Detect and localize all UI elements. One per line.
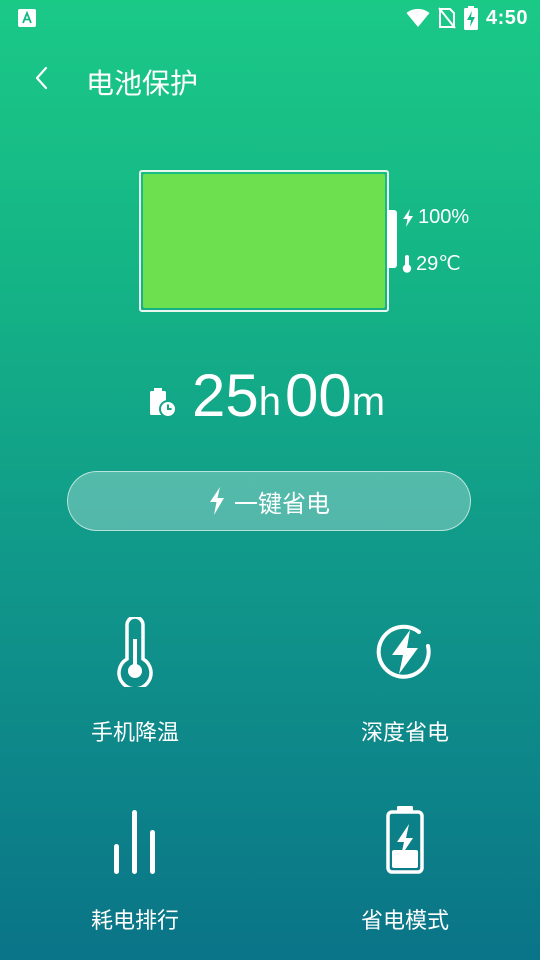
thermometer-icon	[100, 617, 170, 687]
one-key-save-label: 一键省电	[234, 489, 330, 518]
thermometer-small-icon	[402, 254, 412, 273]
no-sim-icon	[438, 7, 456, 29]
lightning-icon	[210, 487, 224, 515]
feature-label: 耗电排行	[90, 909, 179, 934]
feature-deep-save[interactable]: 深度省电	[305, 617, 505, 767]
wifi-icon	[406, 8, 430, 27]
lightning-circle-icon	[370, 617, 440, 687]
status-time: 4:50	[485, 6, 528, 29]
bar-ranking-icon	[100, 805, 170, 875]
feature-power-ranking[interactable]: 耗电排行	[35, 805, 235, 955]
header: 电池保护	[0, 48, 540, 110]
feature-label: 深度省电	[360, 721, 449, 746]
lightning-icon	[403, 208, 413, 227]
status-right: 4:50	[406, 6, 528, 30]
feature-label: 省电模式	[360, 909, 449, 934]
battery-temperature-text: 29℃	[416, 253, 461, 275]
battery-temperature: 29℃	[402, 251, 461, 276]
battery-clock-icon	[150, 388, 177, 418]
feature-power-saving-mode[interactable]: 省电模式	[305, 805, 505, 955]
battery-level: 100%	[402, 206, 469, 229]
remaining-minutes-unit: m	[351, 380, 386, 424]
accessibility-icon	[18, 9, 36, 27]
battery-level-text: 100%	[418, 206, 470, 228]
battery-fill	[143, 174, 385, 308]
feature-phone-cooling[interactable]: 手机降温	[35, 617, 235, 767]
battery-saver-icon	[370, 805, 440, 875]
remaining-hours-unit: h	[258, 380, 281, 424]
battery-graphic	[139, 170, 397, 312]
remaining-minutes: 00	[285, 362, 352, 429]
remaining-time: 25 h 00 m	[148, 360, 389, 430]
chevron-left-icon	[35, 66, 48, 90]
battery-tip	[387, 210, 397, 268]
feature-label: 手机降温	[90, 721, 179, 746]
remaining-hours: 25	[192, 362, 259, 429]
status-bar: 4:50	[0, 0, 540, 36]
back-button[interactable]	[24, 60, 60, 96]
battery-charging-icon	[463, 6, 478, 30]
page-title: 电池保护	[86, 67, 199, 100]
battery-body	[139, 170, 389, 312]
one-key-save-button[interactable]: 一键省电	[67, 471, 471, 531]
